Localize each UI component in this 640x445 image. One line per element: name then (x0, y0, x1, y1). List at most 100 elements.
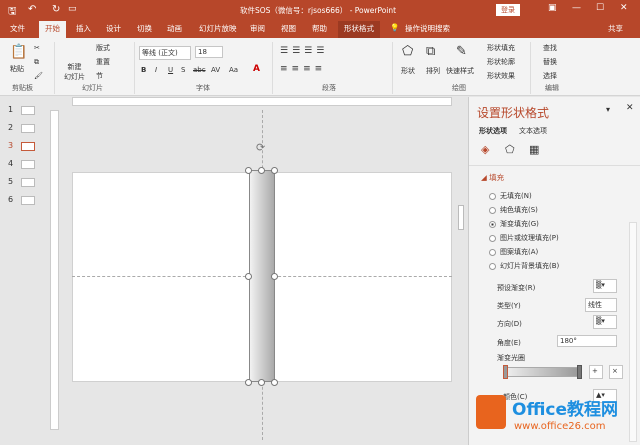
window-title: 软件SOS（微信号：rjsos666） - PowerPoint (240, 6, 397, 15)
copy-icon[interactable]: ⧉ (34, 58, 39, 67)
italic-button[interactable]: I (155, 66, 157, 74)
rotate-handle-icon[interactable]: ⟳ (256, 141, 265, 154)
tab-insert[interactable]: 插入 (76, 23, 91, 34)
presentation-icon[interactable]: ▭ (68, 4, 77, 14)
shadow-button[interactable]: S (181, 66, 185, 74)
char-spacing-button[interactable]: AV (211, 66, 220, 74)
slide-thumb[interactable] (21, 160, 35, 169)
select-button[interactable]: 选择 (543, 71, 557, 81)
change-case-button[interactable]: Aa (229, 66, 238, 74)
direction-label: 方向(D) (497, 320, 522, 328)
shape-outline-button[interactable]: 形状轮廓 (487, 57, 515, 67)
slide-number: 5 (8, 177, 14, 186)
layout-button[interactable]: 版式 (96, 43, 110, 53)
tab-review[interactable]: 审阅 (250, 23, 265, 34)
save-icon[interactable]: 🖫 (8, 4, 17, 21)
slide-thumb-active[interactable] (21, 142, 35, 151)
radio-background-fill[interactable]: 幻灯片背景填充(B) (489, 261, 559, 271)
tab-shape-options[interactable]: 形状选项 (479, 126, 507, 136)
ribbon-display-icon[interactable]: ▣ (548, 3, 557, 13)
ribbon: 📋 粘贴 ✂ ⧉ 🖌 剪贴板 新建 幻灯片 版式 重置 节 幻灯片 等线 (正文… (0, 38, 640, 96)
close-button[interactable]: ✕ (620, 3, 628, 13)
slide-thumb[interactable] (21, 196, 35, 205)
redo-icon[interactable]: ↻ (52, 4, 60, 15)
fill-section-header[interactable]: ◢ 填充 (481, 172, 504, 183)
fill-line-icon[interactable]: ◈ (481, 143, 489, 156)
remove-stop-button[interactable]: × (609, 365, 623, 379)
radio-gradient-fill[interactable]: 渐变填充(G) (489, 219, 539, 229)
radio-solid-fill[interactable]: 纯色填充(S) (489, 205, 538, 215)
gradient-stop-handle[interactable] (577, 365, 582, 379)
group-paragraph: 段落 (322, 84, 336, 92)
tell-me-search[interactable]: 操作说明搜索 (405, 23, 450, 34)
shapes-button[interactable]: 形状 (401, 66, 415, 76)
list-icons[interactable]: ☰☰☰☰ (280, 46, 328, 56)
radio-no-fill[interactable]: 无填充(N) (489, 191, 532, 201)
radio-pattern-fill[interactable]: 图案填充(A) (489, 247, 538, 257)
angle-input[interactable]: 180° (557, 335, 617, 347)
slide-scrollbar[interactable] (456, 190, 466, 410)
preset-gradient-dropdown[interactable]: ▒▾ (593, 279, 617, 293)
section-button[interactable]: 节 (96, 71, 103, 81)
minimize-button[interactable]: — (572, 3, 581, 13)
shapes-icon[interactable]: ⬠ (402, 44, 413, 59)
size-properties-icon[interactable]: ▦ (529, 143, 539, 156)
format-painter-icon[interactable]: 🖌 (34, 72, 43, 80)
group-slides: 幻灯片 (82, 84, 103, 92)
quick-styles-icon[interactable]: ✎ (456, 44, 467, 59)
tab-home[interactable]: 开始 (39, 21, 66, 38)
preset-gradient-label: 预设渐变(R) (497, 284, 536, 292)
pane-options-icon[interactable]: ▾ (606, 105, 610, 114)
gradient-stop-handle[interactable] (503, 365, 508, 379)
tab-transitions[interactable]: 切换 (137, 23, 152, 34)
tab-animations[interactable]: 动画 (167, 23, 182, 34)
tab-help[interactable]: 帮助 (312, 23, 327, 34)
tab-slideshow[interactable]: 幻灯片放映 (199, 23, 237, 34)
add-stop-button[interactable]: + (589, 365, 603, 379)
replace-button[interactable]: 替换 (543, 57, 557, 67)
office-logo (476, 395, 506, 429)
pane-title: 设置形状格式 (477, 106, 550, 120)
maximize-button[interactable]: ☐ (596, 3, 604, 13)
tab-shape-format[interactable]: 形状格式 (338, 21, 380, 38)
bold-button[interactable]: B (141, 66, 146, 74)
new-slide-button[interactable]: 新建 幻灯片 (64, 62, 85, 82)
find-button[interactable]: 查找 (543, 43, 557, 53)
strikethrough-button[interactable]: abc (193, 66, 206, 74)
tab-view[interactable]: 视图 (281, 23, 296, 34)
angle-label: 角度(E) (497, 339, 521, 347)
arrange-icon[interactable]: ⧉ (426, 44, 435, 59)
pane-close-icon[interactable]: ✕ (626, 103, 634, 113)
undo-icon[interactable]: ↶ (28, 4, 36, 15)
title-bar: 🖫 ↶ ↻ ▭ 软件SOS（微信号：rjsos666） - PowerPoint… (0, 0, 640, 20)
slide-thumb[interactable] (21, 124, 35, 133)
horizontal-ruler (72, 97, 452, 106)
reset-button[interactable]: 重置 (96, 57, 110, 67)
cut-icon[interactable]: ✂ (34, 44, 40, 52)
gradient-stops-bar[interactable] (505, 367, 579, 377)
underline-button[interactable]: U (168, 66, 173, 74)
quick-styles-button[interactable]: 快速样式 (446, 66, 474, 76)
tab-text-options[interactable]: 文本选项 (519, 126, 547, 136)
slide-thumb[interactable] (21, 106, 35, 115)
login-button[interactable]: 登录 (496, 4, 520, 16)
direction-dropdown[interactable]: ▒▾ (593, 315, 617, 329)
radio-picture-fill[interactable]: 图片或纹理填充(P) (489, 233, 559, 243)
paste-button[interactable]: 粘贴 (10, 64, 24, 74)
type-dropdown[interactable]: 线性 (585, 298, 617, 312)
slide-number: 3 (8, 141, 14, 150)
tab-design[interactable]: 设计 (106, 23, 121, 34)
share-button[interactable]: 共享 (608, 23, 623, 34)
shape-fill-button[interactable]: 形状填充 (487, 43, 515, 53)
font-size-select[interactable]: 18 (195, 46, 223, 58)
arrange-button[interactable]: 排列 (426, 66, 440, 76)
slide-thumb[interactable] (21, 178, 35, 187)
font-color-icon[interactable]: A (253, 64, 260, 74)
tab-file[interactable]: 文件 (10, 23, 25, 34)
align-icons[interactable]: ≡≡≡≡ (280, 64, 326, 74)
effects-icon[interactable]: ⬠ (505, 143, 515, 156)
slide-number: 4 (8, 159, 14, 168)
paste-icon[interactable]: 📋 (10, 44, 27, 60)
font-name-select[interactable]: 等线 (正文) (139, 46, 191, 60)
shape-effects-button[interactable]: 形状效果 (487, 71, 515, 81)
